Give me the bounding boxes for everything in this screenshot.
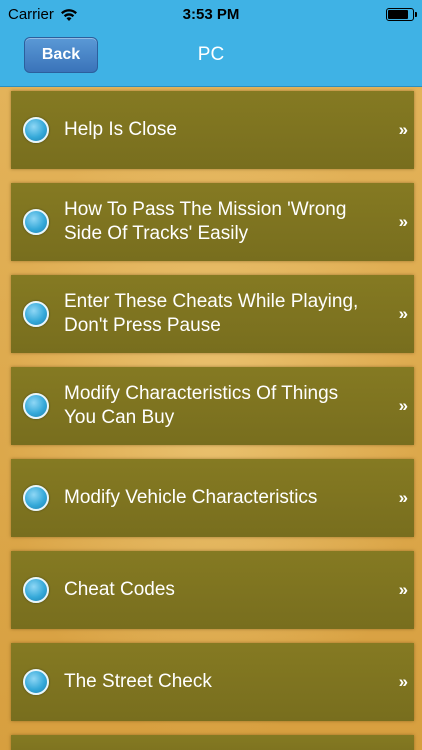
list-item[interactable]: Modify Characteristics Of Things You Can… (11, 367, 414, 445)
bullet-icon (23, 117, 49, 143)
list-item-label: How To Pass The Mission 'Wrong Side Of T… (64, 199, 347, 244)
chevron-right-icon: ›› (398, 488, 408, 507)
navigation-bar: Back PC (0, 30, 422, 87)
list-item-label: Help Is Close (64, 119, 177, 140)
list-item[interactable]: How To Pass The Mission 'Wrong Side Of T… (11, 183, 414, 261)
chevron-right-icon: ›› (398, 304, 408, 323)
bullet-icon (23, 393, 49, 419)
list-item-label: Enter These Cheats While Playing, Don't … (64, 291, 359, 336)
list-item-label: Cheat Codes (64, 579, 175, 600)
bullet-icon (23, 301, 49, 327)
status-bar: Carrier 3:53 PM (0, 0, 422, 30)
list-item[interactable] (11, 735, 414, 750)
chevron-right-icon: ›› (398, 672, 408, 691)
status-time: 3:53 PM (182, 6, 240, 23)
chevron-right-icon: ›› (398, 396, 408, 415)
list-item[interactable]: Enter These Cheats While Playing, Don't … (11, 275, 414, 353)
list-item[interactable]: Modify Vehicle Characteristics ›› (11, 459, 414, 537)
list-item[interactable]: Cheat Codes ›› (11, 551, 414, 629)
chevron-right-icon: ›› (398, 212, 408, 231)
bullet-icon (23, 669, 49, 695)
chevron-right-icon: ›› (398, 120, 408, 139)
bullet-icon (23, 485, 49, 511)
page-title: PC (197, 44, 225, 65)
list-item-label: Modify Vehicle Characteristics (64, 487, 318, 508)
list-item[interactable]: Help Is Close ›› (11, 91, 414, 169)
list-container: Help Is Close ›› How To Pass The Mission… (0, 87, 422, 750)
list-item-label: The Street Check (64, 671, 212, 692)
battery-icon (386, 8, 417, 21)
list-item[interactable]: The Street Check ›› (11, 643, 414, 721)
bullet-icon (23, 577, 49, 603)
bullet-icon (23, 209, 49, 235)
chevron-right-icon: ›› (398, 580, 408, 599)
list-item-label: Modify Characteristics Of Things You Can… (64, 383, 339, 428)
